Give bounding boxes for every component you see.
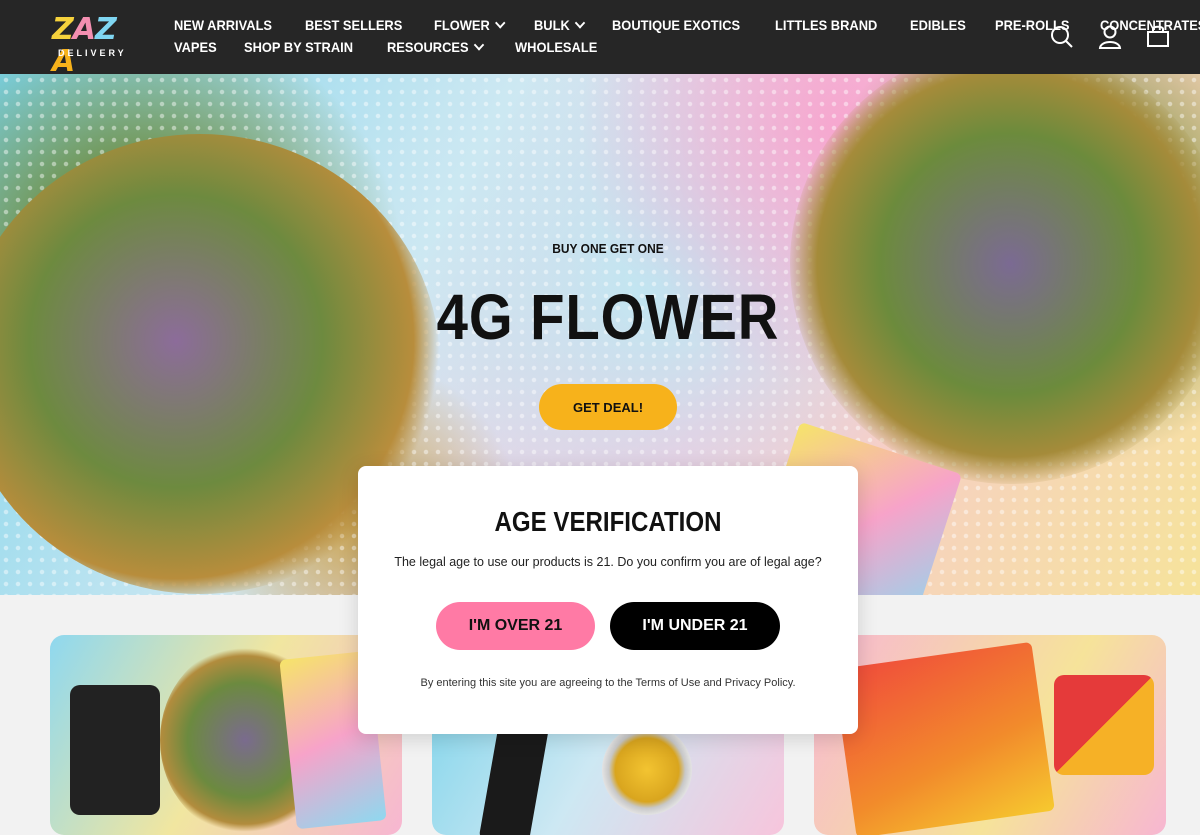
nav-item-wholesale[interactable]: WHOLESALE — [515, 39, 597, 55]
chevron-down-icon — [495, 17, 506, 29]
age-verification-modal: AGE VERIFICATION The legal age to use ou… — [358, 466, 858, 734]
nav-row-2: VAPES SHOP BY STRAIN RESOURCES WHOLESALE — [162, 36, 1042, 58]
nav-item-label: SHOP BY STRAIN — [244, 39, 354, 55]
nav-item-label: WHOLESALE — [514, 39, 597, 55]
nav-item-label: BULK — [534, 17, 570, 33]
nav-item-label: LITTLES BRAND — [775, 17, 878, 33]
hero-kicker: BUY ONE GET ONE — [552, 241, 664, 256]
get-deal-button[interactable]: GET DEAL! — [539, 384, 677, 430]
search-icon[interactable] — [1049, 24, 1075, 50]
nav-item-edibles[interactable]: EDIBLES — [910, 17, 966, 33]
modal-title: AGE VERIFICATION — [494, 506, 722, 537]
nav-item-best-sellers[interactable]: BEST SELLERS — [305, 17, 402, 33]
concentrate-jar — [602, 725, 692, 815]
nav-item-label: VAPES — [174, 39, 217, 55]
zaza-logo[interactable]: ZAZA DELIVERY — [52, 14, 132, 78]
gummy-candies — [1054, 675, 1154, 775]
nav-item-label: EDIBLES — [910, 17, 967, 33]
cart-icon[interactable] — [1145, 24, 1171, 50]
flower-card[interactable] — [50, 635, 402, 835]
site-header: ZAZA DELIVERY NEW ARRIVALS BEST SELLERS FL… — [0, 0, 1200, 78]
edibles-card[interactable] — [814, 635, 1166, 835]
nav-row-1: NEW ARRIVALS BEST SELLERS FLOWER BULK BOUTIQ… — [162, 14, 1200, 36]
chevron-down-icon — [473, 39, 484, 51]
nav-item-resources[interactable]: RESOURCES — [386, 39, 484, 55]
hero-title: 4G FLOWER — [436, 281, 780, 353]
nav-item-shop-by-strain[interactable]: SHOP BY STRAIN — [244, 39, 353, 55]
nav-item-new-arrivals[interactable]: NEW ARRIVALS — [174, 17, 272, 33]
modal-message: The legal age to use our products is 21.… — [394, 555, 822, 569]
account-icon[interactable] — [1097, 24, 1123, 50]
over-21-button[interactable]: I'M OVER 21 — [436, 602, 595, 650]
nav-item-label: FLOWER — [434, 17, 491, 33]
modal-terms-note: By entering this site you are agreeing t… — [420, 677, 796, 689]
flower-card-jar — [70, 685, 160, 815]
nav-item-boutique-exotics[interactable]: BOUTIQUE EXOTICS — [612, 17, 740, 33]
main-nav: NEW ARRIVALS BEST SELLERS FLOWER BULK BOUTIQ… — [162, 14, 1200, 58]
nav-item-vapes[interactable]: VAPES — [174, 39, 217, 55]
nav-item-label: NEW ARRIVALS — [174, 17, 273, 33]
logo-mark: ZAZA — [52, 12, 117, 79]
chevron-down-icon — [574, 17, 586, 29]
gummy-bag — [833, 641, 1055, 835]
nav-item-label: RESOURCES — [386, 39, 469, 55]
nav-item-bulk[interactable]: BULK — [534, 17, 586, 33]
nav-item-label: BEST SELLERS — [304, 17, 402, 33]
nav-item-littles-brand[interactable]: LITTLES BRAND — [775, 17, 877, 33]
nav-item-label: BOUTIQUE EXOTICS — [611, 17, 741, 33]
under-21-button[interactable]: I'M UNDER 21 — [610, 602, 780, 650]
nav-item-flower[interactable]: FLOWER — [434, 17, 506, 33]
logo-subtitle: DELIVERY — [58, 48, 127, 58]
